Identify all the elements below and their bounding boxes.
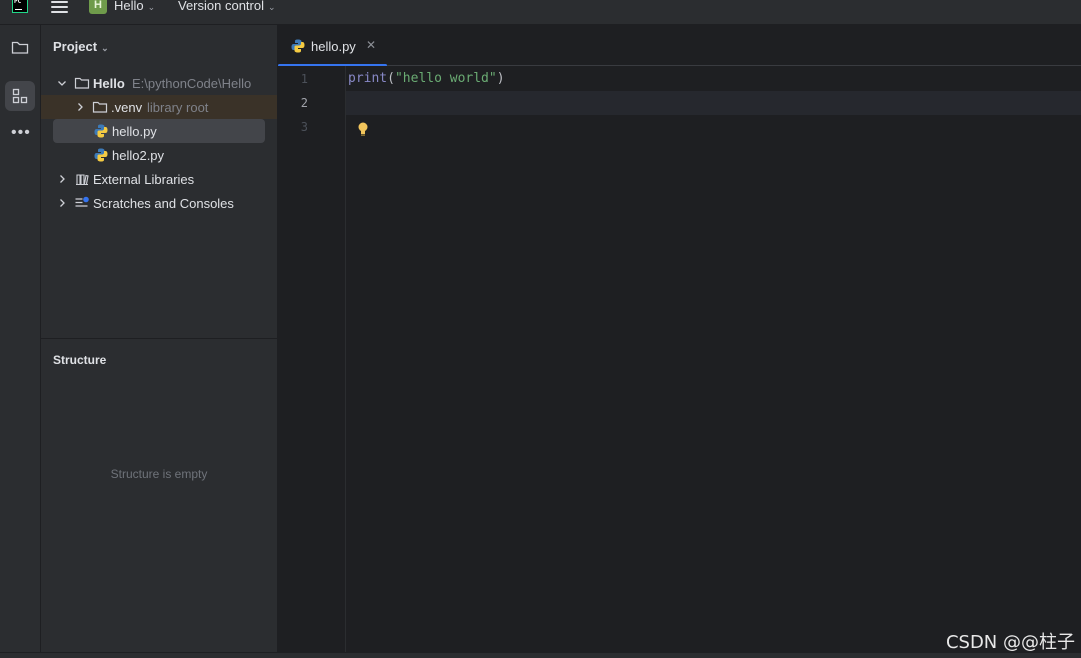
- project-name: Hello: [114, 0, 144, 13]
- project-panel-header[interactable]: Project ⌄: [53, 39, 109, 54]
- vcs-label: Version control: [178, 0, 264, 13]
- tree-item-hello[interactable]: Hello E:\pythonCode\Hello: [41, 71, 277, 95]
- structure-empty-message: Structure is empty: [110, 467, 208, 481]
- python-file-icon: [291, 39, 305, 53]
- folder-icon: [92, 101, 108, 113]
- chevron-right-icon[interactable]: [56, 173, 68, 185]
- tree-item-scratches[interactable]: Scratches and Consoles: [41, 191, 277, 215]
- tree-item-hello-py[interactable]: hello.py: [41, 119, 277, 143]
- chevron-down-icon[interactable]: [56, 77, 68, 89]
- tree-item-hello2-py[interactable]: hello2.py: [41, 143, 277, 167]
- line-number: 2: [300, 96, 308, 110]
- watermark-text: CSDN @@柱子: [945, 632, 1075, 653]
- folder-icon: [74, 77, 90, 89]
- code-line-1[interactable]: print("hello world"): [348, 71, 505, 86]
- project-switcher[interactable]: Hello ⌄: [114, 0, 155, 13]
- line-number: 1: [300, 72, 308, 86]
- tree-item-label: hello2.py: [112, 148, 165, 163]
- project-panel: Project ⌄ Hello E:\pythonCode\Hello .venv…: [41, 25, 277, 338]
- gutter-divider: [345, 66, 346, 652]
- structure-icon[interactable]: [5, 81, 35, 111]
- tree-item-label: hello.py: [112, 124, 157, 139]
- title-bar: PC H Hello ⌄ Version control ⌄: [0, 0, 1081, 25]
- tree-item-venv[interactable]: .venv library root: [41, 95, 277, 119]
- status-bar: [0, 652, 1081, 658]
- version-control-menu[interactable]: Version control ⌄: [178, 0, 276, 13]
- line-number: 3: [300, 120, 308, 134]
- tree-item-external-libraries[interactable]: External Libraries: [41, 167, 277, 191]
- more-icon[interactable]: •••: [11, 125, 31, 141]
- code-paren: (: [387, 71, 395, 86]
- current-line-highlight: [346, 91, 1081, 115]
- selection-highlight: [53, 119, 265, 143]
- tree-item-hint: library root: [147, 100, 209, 115]
- code-string: "hello world": [394, 71, 497, 86]
- python-file-icon: [94, 124, 108, 138]
- chevron-right-icon[interactable]: [74, 101, 86, 113]
- tree-item-path: E:\pythonCode\Hello: [132, 76, 252, 91]
- project-panel-title: Project: [53, 39, 98, 54]
- project-folder-icon[interactable]: [5, 32, 35, 62]
- code-builtin: print: [348, 71, 388, 86]
- chevron-down-icon: ⌄: [101, 43, 109, 53]
- activity-bar: •••: [0, 25, 41, 658]
- project-badge[interactable]: H: [89, 0, 107, 14]
- close-icon[interactable]: ✕: [366, 38, 376, 52]
- code-editor[interactable]: 1 2 3 print("hello world"): [278, 66, 1081, 652]
- python-file-icon: [94, 148, 108, 162]
- scratches-icon: [75, 196, 89, 207]
- tree-item-label: Hello: [93, 76, 125, 91]
- libraries-icon: [76, 174, 89, 186]
- pycharm-logo-icon[interactable]: PC: [12, 0, 28, 13]
- tree-item-label: .venv: [111, 100, 143, 115]
- hamburger-menu-icon[interactable]: [51, 1, 68, 15]
- lightbulb-icon[interactable]: [356, 121, 370, 137]
- editor-tab-bar: hello.py ✕: [278, 25, 1081, 67]
- tab-hello-py[interactable]: hello.py ✕: [278, 25, 388, 67]
- structure-panel-title: Structure: [53, 353, 107, 367]
- chevron-down-icon: ⌄: [147, 2, 156, 12]
- chevron-right-icon[interactable]: [56, 197, 68, 209]
- structure-panel: Structure Structure is empty: [41, 338, 277, 652]
- tab-label: hello.py: [311, 39, 356, 54]
- chevron-down-icon: ⌄: [268, 2, 276, 12]
- code-paren: ): [496, 71, 505, 86]
- tree-item-label: External Libraries: [93, 172, 195, 187]
- tree-item-label: Scratches and Consoles: [93, 196, 234, 211]
- app-logo-text: PC: [14, 0, 22, 5]
